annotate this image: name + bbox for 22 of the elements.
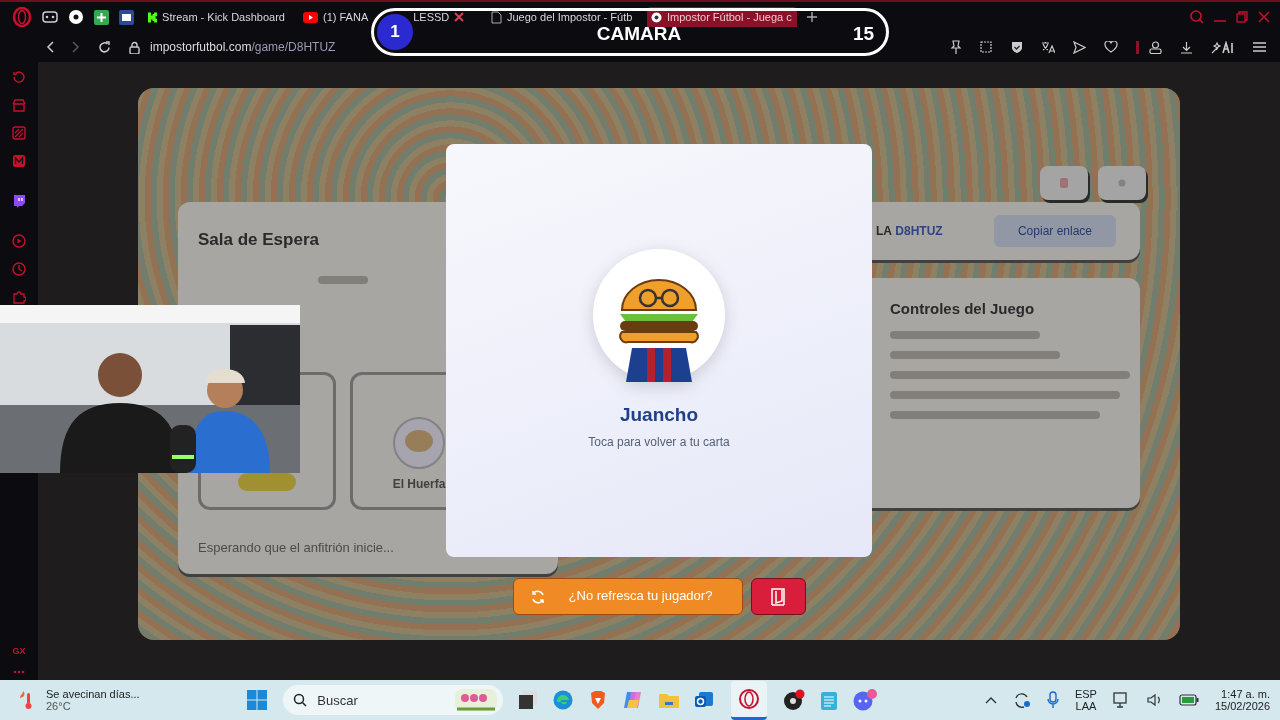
stream-number: 1 xyxy=(377,14,413,50)
language-indicator[interactable]: ESP LAA xyxy=(1074,688,1097,712)
card-hint: Toca para volver a tu carta xyxy=(588,435,730,449)
browser-tab[interactable]: Impostor Fútbol - Juega c xyxy=(647,7,797,27)
weather-temp[interactable]: 26°C xyxy=(46,700,140,712)
search-bar[interactable]: Buscar xyxy=(283,685,504,715)
player-name: Juancho xyxy=(619,404,699,426)
status-text: Esperando que el anfitrión inicie... xyxy=(198,540,395,555)
search-field[interactable]: Buscar xyxy=(315,691,448,709)
clock[interactable]: 1:47 a. m. 15/02/2026 xyxy=(1214,688,1270,712)
weather-text[interactable]: Se avecinan días... xyxy=(46,688,140,700)
room-code: LA D8HTUZ xyxy=(876,224,943,238)
copy-link-button[interactable]: Copiar enlace xyxy=(993,215,1116,247)
stream-count: 15 xyxy=(852,24,874,43)
browser-tab[interactable]: Juego del Impostor - Fútb xyxy=(487,7,637,27)
player-name: El Huerfa xyxy=(392,477,446,491)
stream-label: CAMARA xyxy=(595,24,682,43)
player-card-dialog[interactable]: Juancho Toca para volver a tu carta xyxy=(446,144,872,557)
browser-tab[interactable]: Stream - Kick Dashboard xyxy=(144,7,289,27)
address-field[interactable]: impostorfutbol.com/game/D8HTUZ xyxy=(150,40,336,54)
panel-title: Sala de Espera xyxy=(198,230,320,250)
panel-title: Controles del Juego xyxy=(890,300,1036,317)
